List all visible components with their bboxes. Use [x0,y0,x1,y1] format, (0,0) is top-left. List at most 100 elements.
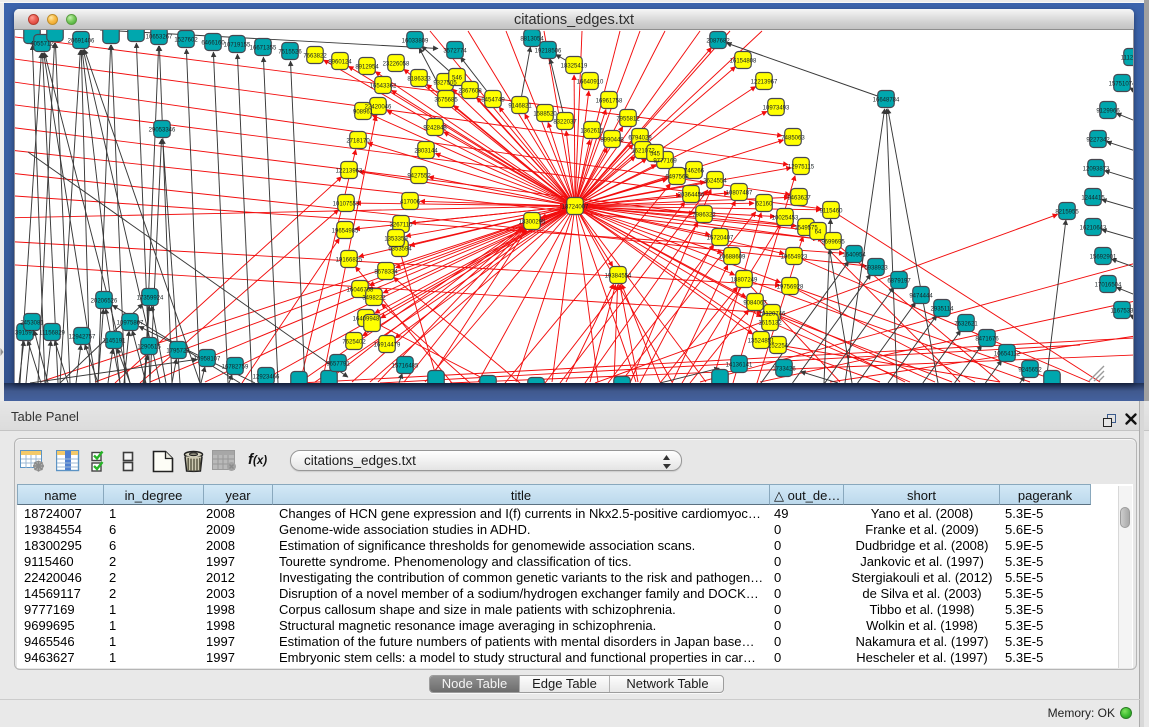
svg-text:8912954: 8912954 [355,65,379,71]
svg-text:8322037: 8322037 [553,120,577,126]
svg-text:16543362: 16543362 [370,84,397,90]
svg-text:7485063: 7485063 [781,136,805,142]
svg-text:23226058: 23226058 [383,62,410,68]
svg-text:7632621: 7632621 [954,322,978,328]
svg-text:20691406: 20691406 [68,39,95,45]
svg-text:546: 546 [452,76,463,82]
svg-text:8454749: 8454749 [481,98,505,104]
svg-text:3267110: 3267110 [390,223,414,229]
svg-text:16033809: 16033809 [402,39,429,45]
svg-text:1640954: 1640954 [842,253,866,259]
svg-text:3572774: 3572774 [443,49,467,55]
svg-text:12213963: 12213963 [336,169,363,175]
svg-text:10975867: 10975867 [117,321,144,327]
svg-text:1795722: 1795722 [166,349,190,355]
svg-text:16640910: 16640910 [577,80,604,86]
svg-text:10654112: 10654112 [994,352,1021,358]
svg-text:19654923: 19654923 [781,255,808,261]
svg-text:7955812: 7955812 [616,117,640,123]
svg-text:7625402: 7625402 [342,340,366,346]
svg-text:9242848: 9242848 [423,126,447,132]
svg-text:10688609: 10688609 [719,255,746,261]
svg-text:1244415: 1244415 [1081,196,1105,202]
svg-text:9699695: 9699695 [821,240,845,246]
svg-text:2453081: 2453081 [20,321,44,327]
svg-text:9474444: 9474444 [909,294,933,300]
svg-text:8960124: 8960124 [328,60,352,66]
svg-text:9463627: 9463627 [787,196,811,202]
svg-text:252254: 252254 [768,344,789,350]
svg-text:10958107: 10958107 [194,357,221,363]
svg-text:3675685: 3675685 [434,98,458,104]
svg-text:2087682: 2087682 [706,39,730,45]
svg-text:19166825: 19166825 [336,258,363,264]
svg-text:19756928: 19756928 [777,285,804,291]
svg-text:7663822: 7663822 [303,54,327,60]
svg-text:1353359: 1353359 [384,237,408,243]
svg-text:16961758: 16961758 [596,99,623,105]
svg-text:9084067: 9084067 [743,301,767,307]
svg-text:19654985: 19654985 [332,229,359,235]
svg-text:9227342: 9227342 [1086,138,1110,144]
svg-text:1112741: 1112741 [1121,56,1133,62]
svg-text:5938923: 5938923 [864,266,888,272]
svg-text:10025453: 10025453 [772,216,799,222]
svg-text:1527602: 1527602 [174,38,198,44]
svg-text:15720407: 15720407 [707,236,734,242]
svg-text:16046768: 16046768 [347,288,374,294]
svg-text:12942757: 12942757 [69,335,96,341]
svg-text:417006: 417006 [400,200,421,206]
svg-text:15692901: 15692901 [1090,255,1117,261]
svg-text:391591: 391591 [15,331,36,337]
svg-text:9129966: 9129966 [1096,109,1120,115]
svg-text:8813054: 8813054 [520,37,544,43]
svg-text:7986322: 7986322 [692,213,716,219]
svg-text:18300295: 18300295 [519,220,546,226]
svg-text:746266: 746266 [684,169,705,175]
svg-text:10719155: 10719155 [224,43,251,49]
svg-text:2803144: 2803144 [414,149,438,155]
svg-text:1362615: 1362615 [580,129,604,135]
svg-text:1733426: 1733426 [772,367,796,373]
svg-text:545: 545 [650,152,661,158]
svg-text:18724007: 18724007 [562,205,589,211]
svg-text:908961: 908961 [353,110,374,116]
svg-text:10653267: 10653267 [146,35,173,41]
svg-text:9146821: 9146821 [508,104,532,110]
svg-text:8678334: 8678334 [374,270,398,276]
svg-text:2935114: 2935114 [931,307,955,313]
svg-text:12093873: 12093873 [1083,167,1110,173]
svg-text:4055712: 4055712 [30,42,54,48]
svg-text:19384554: 19384554 [605,274,632,280]
svg-text:8990448: 8990448 [600,138,624,144]
svg-text:9777169: 9777169 [653,159,677,165]
svg-text:15751074: 15751074 [1109,82,1133,88]
svg-text:17359924: 17359924 [137,296,164,302]
svg-text:16782759: 16782759 [222,365,249,371]
svg-text:18325419: 18325419 [561,64,588,70]
svg-text:9427552: 9427552 [407,174,431,180]
svg-text:12213967: 12213967 [751,80,778,86]
svg-text:17016504: 17016504 [1095,283,1122,289]
svg-text:64: 64 [815,230,822,236]
svg-text:8186323: 8186323 [407,77,431,83]
svg-text:16210643: 16210643 [1080,226,1107,232]
svg-text:10120746: 10120746 [759,312,786,318]
svg-text:16648784: 16648784 [873,98,900,104]
svg-text:1290515: 1290515 [137,345,161,351]
svg-text:16154808: 16154808 [730,59,757,65]
svg-text:11156829: 11156829 [39,331,65,337]
svg-text:6794028: 6794028 [628,136,652,142]
svg-text:2367608: 2367608 [458,89,482,95]
svg-text:19218506: 19218506 [535,49,562,55]
svg-text:16671355: 16671355 [250,46,277,52]
svg-text:1588520: 1588520 [533,112,557,118]
svg-text:2718170: 2718170 [346,139,370,145]
svg-text:20206526: 20206526 [91,299,118,305]
svg-text:10107553: 10107553 [333,202,360,208]
svg-text:8471676: 8471676 [975,337,999,343]
svg-text:1167533: 1167533 [1111,309,1133,315]
svg-text:10973493: 10973493 [763,106,790,112]
svg-text:62160: 62160 [756,202,773,208]
svg-text:1615132: 1615132 [758,321,782,327]
